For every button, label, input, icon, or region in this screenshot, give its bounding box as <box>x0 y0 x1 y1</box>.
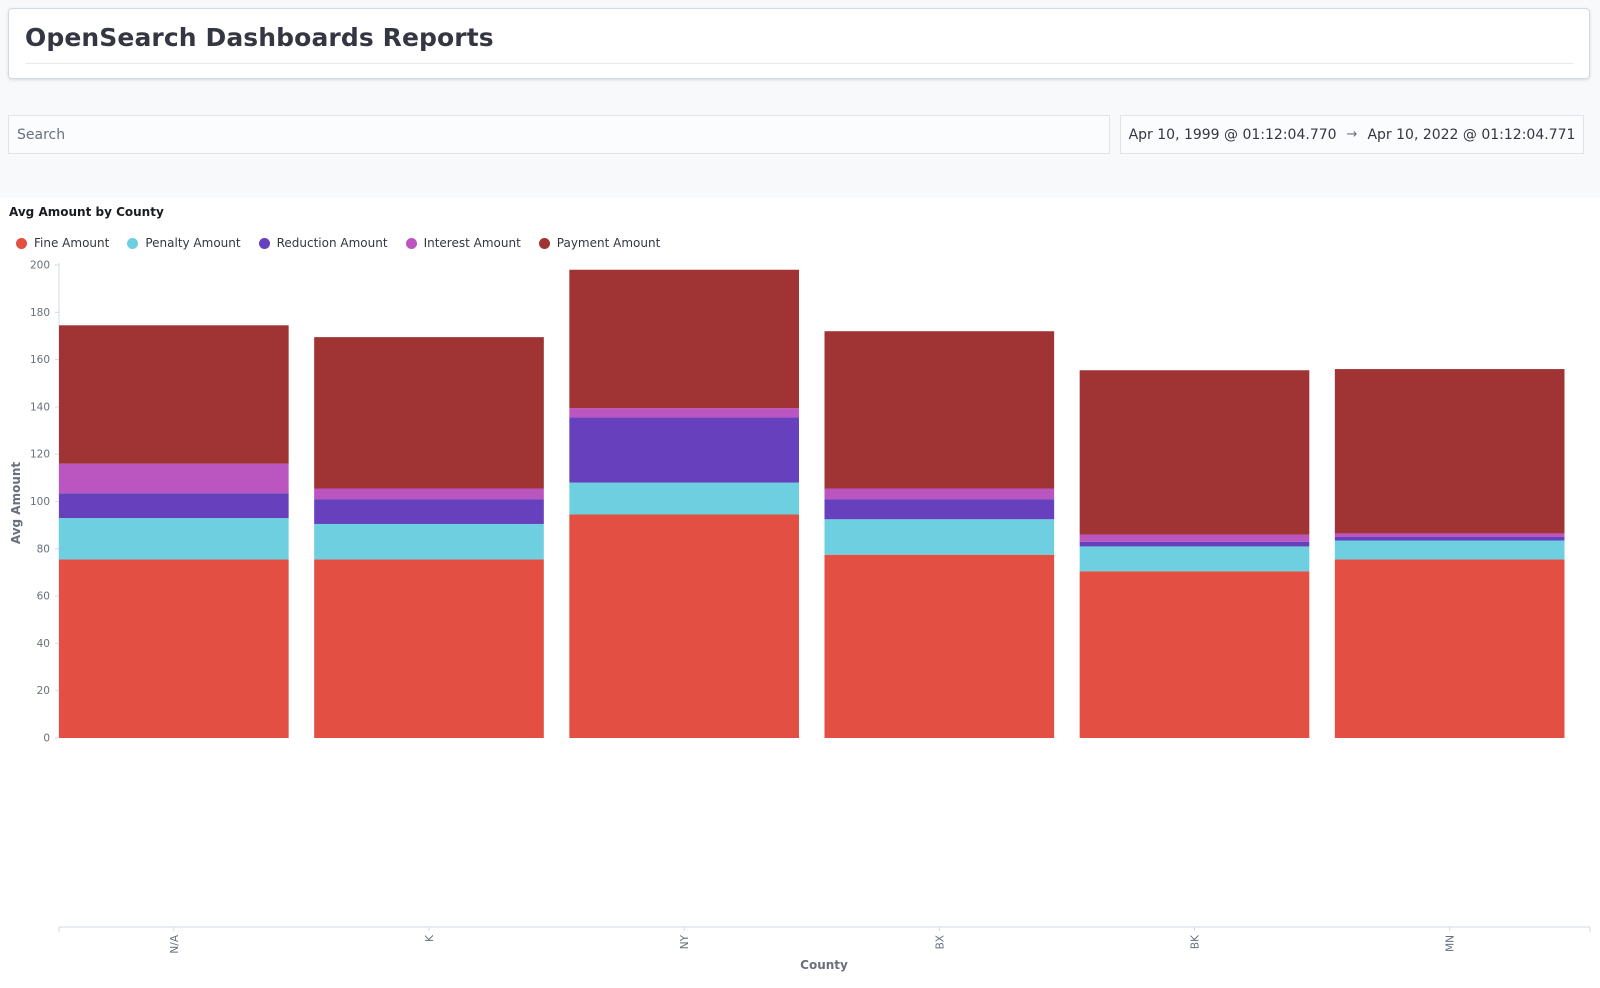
bar-n-a-penalty-amount[interactable] <box>59 518 289 560</box>
bar-bk-payment-amount[interactable] <box>1079 370 1310 535</box>
x-tick-label-k: K <box>424 934 436 942</box>
x-axis-title: County <box>800 958 848 972</box>
legend-swatch-payment-amount <box>538 237 550 249</box>
bar-n-a-payment-amount[interactable] <box>59 325 289 464</box>
bar-bx-interest-amount[interactable] <box>824 488 1055 500</box>
x-tick-label-ny: NY <box>679 934 691 949</box>
bar-ny-fine-amount[interactable] <box>569 514 799 738</box>
y-tick-label: 180 <box>30 307 50 319</box>
y-tick-label: 100 <box>30 496 50 508</box>
bar-ny-penalty-amount[interactable] <box>569 482 799 515</box>
panel-title: Avg Amount by County <box>9 205 164 219</box>
x-tick-label-bk: BK <box>1189 934 1201 949</box>
x-tick-label-mn: MN <box>1445 935 1457 952</box>
bar-k-payment-amount[interactable] <box>314 337 544 489</box>
legend-label-payment-amount: Payment Amount <box>556 236 661 250</box>
bar-k-interest-amount[interactable] <box>314 488 544 500</box>
legend-swatch-penalty-amount <box>127 237 139 249</box>
bar-bx-penalty-amount[interactable] <box>824 519 1055 555</box>
y-axis-title: Avg Amount <box>9 461 23 545</box>
bar-mn-interest-amount[interactable] <box>1334 533 1565 537</box>
legend-label-reduction-amount: Reduction Amount <box>276 236 388 250</box>
legend-item-penalty-amount[interactable]: Penalty Amount <box>127 236 241 250</box>
bar-ny-payment-amount[interactable] <box>569 269 799 409</box>
bar-n-a-fine-amount[interactable] <box>59 559 289 738</box>
bar-k-reduction-amount[interactable] <box>314 499 544 524</box>
chart-legend: Fine Amount Penalty Amount Reduction Amo… <box>16 236 678 250</box>
date-range-picker[interactable]: Apr 10, 1999 @ 01:12:04.770 → Apr 10, 20… <box>1120 115 1584 154</box>
legend-item-interest-amount[interactable]: Interest Amount <box>405 236 521 250</box>
x-tick-label-n-a: N/A <box>169 934 181 953</box>
legend-swatch-reduction-amount <box>258 237 270 249</box>
bar-mn-payment-amount[interactable] <box>1334 369 1565 534</box>
bar-mn-fine-amount[interactable] <box>1334 559 1565 738</box>
bar-mn-reduction-amount[interactable] <box>1334 536 1565 541</box>
legend-swatch-fine-amount <box>16 237 27 249</box>
bar-k-fine-amount[interactable] <box>314 559 544 738</box>
y-tick-label: 160 <box>30 354 50 366</box>
header-divider <box>25 63 1573 64</box>
legend-item-payment-amount[interactable]: Payment Amount <box>538 236 661 250</box>
search-input[interactable] <box>9 116 1109 153</box>
bar-n-a-interest-amount[interactable] <box>59 463 289 494</box>
bar-mn-penalty-amount[interactable] <box>1334 540 1565 560</box>
y-tick-label: 40 <box>37 638 50 650</box>
bar-bx-reduction-amount[interactable] <box>824 499 1055 520</box>
bar-bk-reduction-amount[interactable] <box>1079 541 1310 547</box>
arrow-right-icon: → <box>1346 127 1358 142</box>
y-tick-label: 60 <box>37 591 50 603</box>
legend-label-fine-amount: Fine Amount <box>34 236 110 250</box>
end-date[interactable]: Apr 10, 2022 @ 01:12:04.771 <box>1367 127 1575 143</box>
bar-bx-fine-amount[interactable] <box>824 554 1055 738</box>
start-date[interactable]: Apr 10, 1999 @ 01:12:04.770 <box>1129 127 1337 143</box>
page-title: OpenSearch Dashboards Reports <box>25 23 494 52</box>
report-header: OpenSearch Dashboards Reports <box>8 8 1590 79</box>
bar-bk-interest-amount[interactable] <box>1079 534 1310 542</box>
bar-ny-reduction-amount[interactable] <box>569 417 799 483</box>
legend-item-reduction-amount[interactable]: Reduction Amount <box>258 236 388 250</box>
bar-bx-payment-amount[interactable] <box>824 331 1055 489</box>
bar-bk-penalty-amount[interactable] <box>1079 546 1310 572</box>
y-tick-label: 20 <box>37 685 50 697</box>
y-tick-label: 200 <box>30 260 50 272</box>
y-tick-label: 120 <box>30 449 50 461</box>
legend-item-fine-amount[interactable]: Fine Amount <box>16 236 109 250</box>
y-tick-label: 0 <box>43 733 50 745</box>
bar-k-penalty-amount[interactable] <box>314 523 544 560</box>
legend-label-interest-amount: Interest Amount <box>423 236 521 250</box>
y-tick-label: 140 <box>30 401 50 413</box>
legend-swatch-interest-amount <box>405 237 417 249</box>
bar-n-a-reduction-amount[interactable] <box>59 493 289 519</box>
x-tick-label-bx: BX <box>934 935 946 949</box>
bar-ny-interest-amount[interactable] <box>569 408 799 418</box>
bar-bk-fine-amount[interactable] <box>1079 571 1310 738</box>
search-bar[interactable] <box>8 115 1110 154</box>
y-tick-label: 80 <box>37 543 50 555</box>
legend-label-penalty-amount: Penalty Amount <box>145 236 241 250</box>
